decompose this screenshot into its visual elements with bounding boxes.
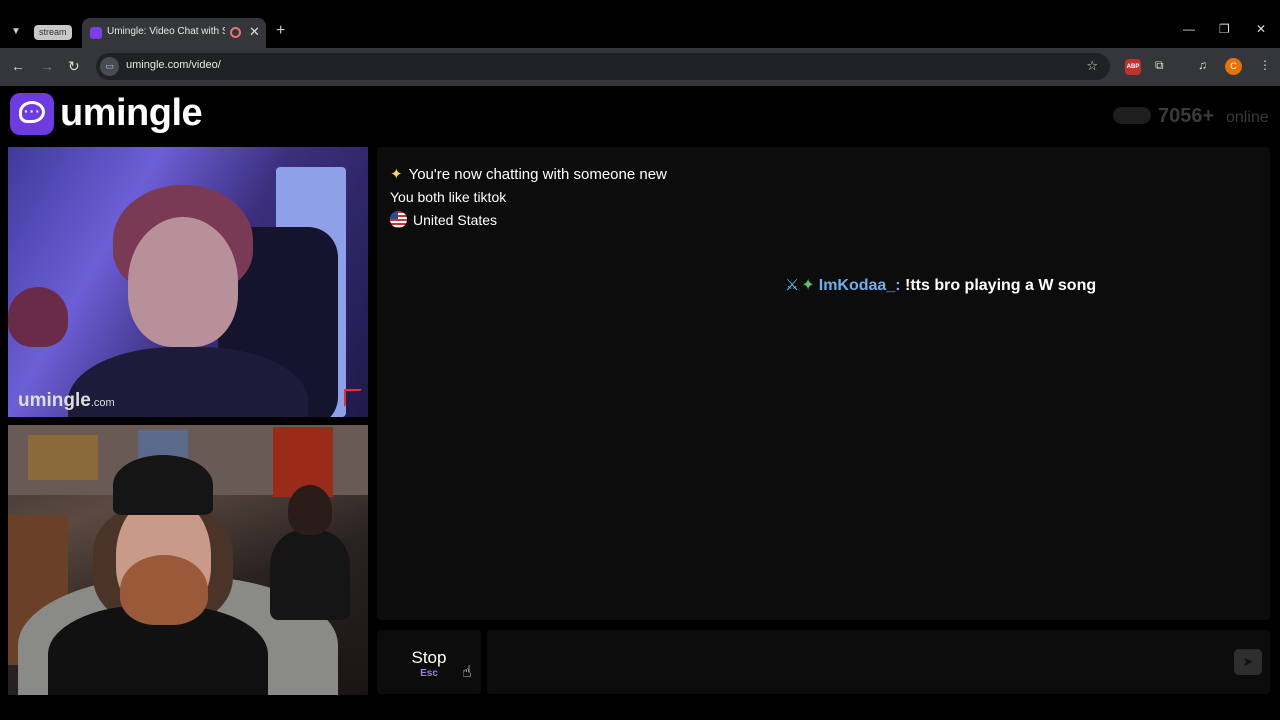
stop-button[interactable]: Stop Esc ☝	[377, 630, 481, 694]
logo-text[interactable]: umingle	[60, 92, 203, 135]
message-composer: ➤	[487, 630, 1270, 694]
umingle-logo-icon[interactable]: ···	[10, 93, 54, 135]
us-flag-icon	[390, 211, 407, 228]
stranger-video: umingle.com	[8, 147, 368, 417]
umingle-page: ··· umingle 7056+ online umingle.com ✦ Yo…	[0, 86, 1280, 720]
recording-indicator-icon	[230, 27, 241, 38]
close-window-icon[interactable]: ✕	[1256, 22, 1266, 36]
back-arrow-icon[interactable]: ←	[11, 58, 25, 74]
tab-group-label[interactable]: stream	[34, 25, 72, 40]
browser-menu-icon[interactable]: ⋮	[1259, 58, 1271, 72]
extensions-puzzle-icon[interactable]: ⧉	[1155, 58, 1164, 73]
gem-badge-icon: ✦	[801, 277, 815, 294]
overlay-username: ImKodaa_:	[818, 277, 901, 294]
umingle-favicon-icon	[90, 27, 102, 39]
sparkle-icon: ✦	[390, 166, 403, 183]
video-watermark: umingle.com	[18, 390, 115, 411]
overlay-text: !tts bro playing a W song	[905, 277, 1097, 294]
stranger-country: United States	[390, 211, 497, 228]
close-tab-icon[interactable]: ✕	[249, 24, 260, 40]
chat-log[interactable]: ✦ You're now chatting with someone new Yo…	[377, 147, 1270, 620]
online-label: online	[1226, 109, 1269, 126]
tab-search-chevron-icon[interactable]: ▼	[6, 22, 26, 42]
system-message: ✦ You're now chatting with someone new	[390, 166, 667, 183]
site-info-icon[interactable]: ▭	[100, 57, 119, 76]
address-bar[interactable]: ▭ umingle.com/video/ ☆	[96, 53, 1110, 80]
new-tab-icon[interactable]: +	[276, 22, 285, 40]
video-brand-mark-icon	[344, 389, 362, 407]
profile-avatar[interactable]: C	[1225, 58, 1242, 75]
stream-overlay-message: ⚔ ✦ ImKodaa_: !tts bro playing a W song	[785, 275, 1096, 295]
forward-arrow-icon[interactable]: →	[40, 58, 54, 74]
sword-badge-icon: ⚔	[785, 277, 800, 294]
stranger-face	[128, 217, 238, 347]
send-icon[interactable]: ➤	[1234, 649, 1262, 675]
browser-tab-bar: ▼ stream Umingle: Video Chat with Strang…	[0, 0, 1280, 48]
mouse-cursor-icon: ☝	[462, 664, 472, 681]
browser-toolbar: ← → ↻ ▭ umingle.com/video/ ☆ ABP ⧉ ♫ C ⋮	[0, 48, 1280, 86]
online-count: 7056+	[1158, 105, 1215, 127]
restore-window-icon[interactable]: ❐	[1219, 22, 1230, 36]
address-bar-url[interactable]: umingle.com/video/	[126, 59, 221, 71]
common-interest: You both like tiktok	[390, 189, 507, 205]
tab-title: Umingle: Video Chat with Strangers	[107, 26, 225, 37]
self-video	[8, 425, 368, 695]
theme-toggle[interactable]	[1113, 107, 1151, 124]
bookmark-star-icon[interactable]: ☆	[1086, 58, 1098, 74]
adblock-extension-icon[interactable]: ABP	[1125, 59, 1141, 75]
browser-tab-active[interactable]: Umingle: Video Chat with Strangers ✕	[82, 18, 266, 48]
minimize-window-icon[interactable]: —	[1183, 22, 1195, 36]
message-input[interactable]	[499, 648, 1219, 676]
reload-icon[interactable]: ↻	[68, 58, 80, 75]
media-controls-icon[interactable]: ♫	[1198, 58, 1207, 72]
